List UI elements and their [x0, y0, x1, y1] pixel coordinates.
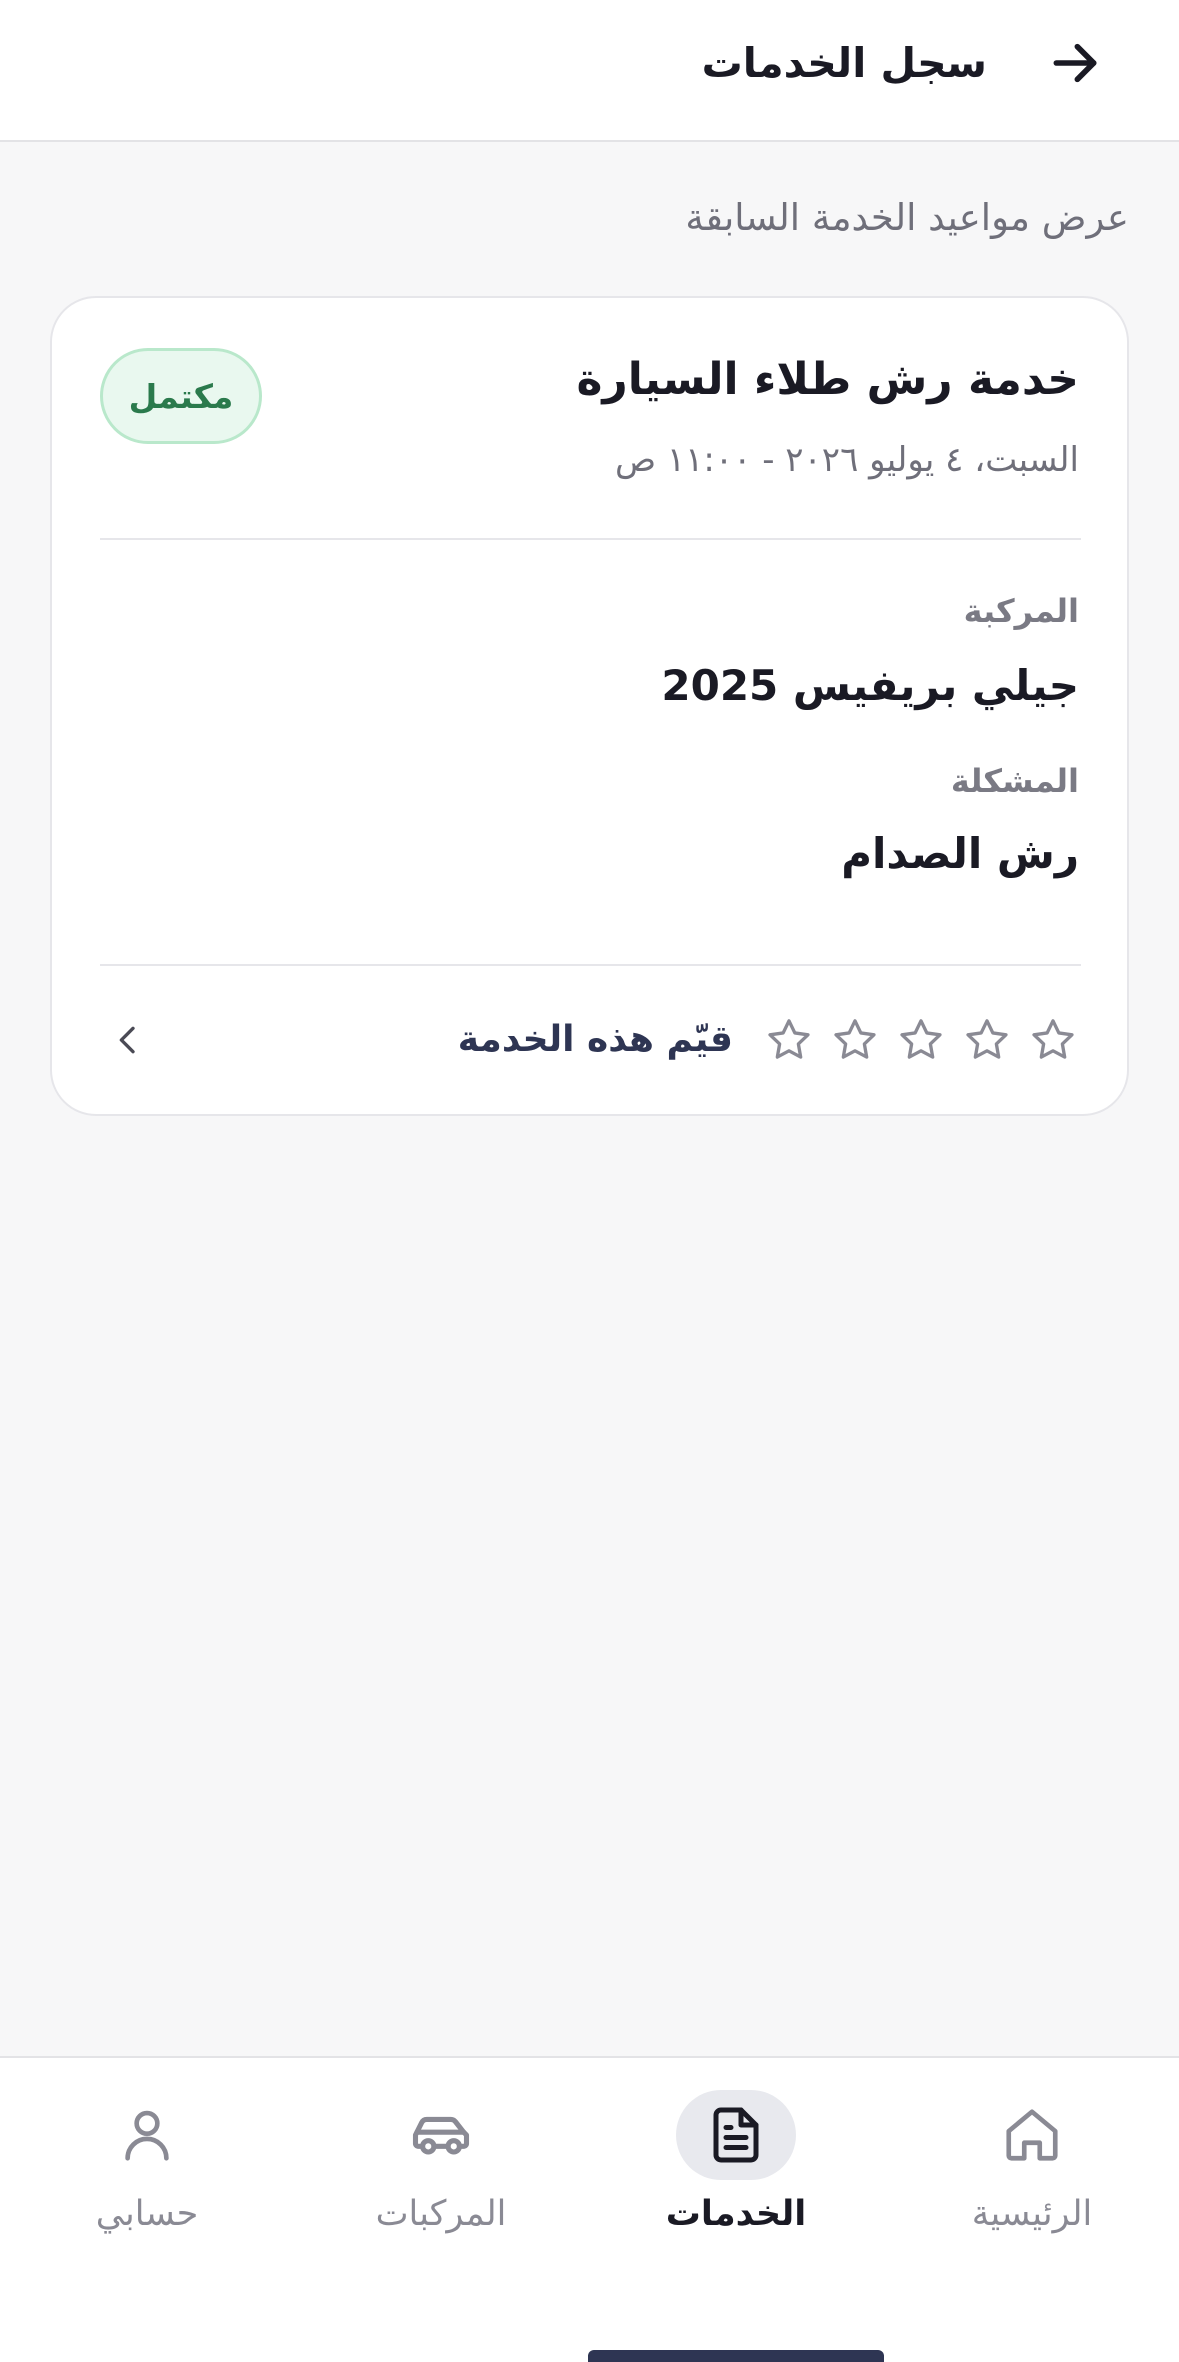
- nav-label-services: الخدمات: [665, 2194, 807, 2234]
- star-rating[interactable]: [763, 988, 1079, 1092]
- nav-item-account[interactable]: حسابي: [47, 2090, 247, 2260]
- issue-value: رش الصدام: [841, 829, 1079, 878]
- service-card[interactable]: خدمة رش طلاء السيارة السبت، ٤ يوليو ٢٠٢٦…: [50, 296, 1129, 1116]
- app-header: سجل الخدمات: [0, 0, 1179, 142]
- bottom-navigation: الرئيسية الخدمات المركبات حسابي: [0, 2056, 1179, 2362]
- vehicle-value: جيلي بريفيس 2025: [661, 661, 1079, 710]
- nav-item-services[interactable]: الخدمات: [636, 2090, 836, 2260]
- star-icon[interactable]: [1027, 1014, 1079, 1066]
- nav-label-home: الرئيسية: [971, 2194, 1093, 2234]
- car-icon: [381, 2090, 501, 2180]
- rating-row: قيّم هذه الخدمة: [98, 988, 1079, 1092]
- nav-label-account: حسابي: [95, 2194, 199, 2234]
- star-icon[interactable]: [895, 1014, 947, 1066]
- star-icon[interactable]: [763, 1014, 815, 1066]
- back-button[interactable]: [1035, 30, 1115, 96]
- card-divider: [100, 538, 1081, 540]
- home-icon: [972, 2090, 1092, 2180]
- nav-item-vehicles[interactable]: المركبات: [341, 2090, 541, 2260]
- chevron-left-icon[interactable]: [98, 1010, 158, 1070]
- page-title: سجل الخدمات: [701, 39, 987, 87]
- service-history-screen: سجل الخدمات عرض مواعيد الخدمة السابقة خد…: [0, 0, 1179, 2362]
- document-icon: [676, 2090, 796, 2180]
- service-date: السبت، ٤ يوليو ٢٠٢٦ - ١١:٠٠ ص: [614, 440, 1079, 480]
- star-icon[interactable]: [829, 1014, 881, 1066]
- home-indicator: [588, 2350, 884, 2362]
- vehicle-label: المركبة: [963, 592, 1079, 630]
- status-badge: مكتمل: [100, 348, 262, 444]
- nav-label-vehicles: المركبات: [375, 2194, 507, 2234]
- star-icon[interactable]: [961, 1014, 1013, 1066]
- service-title: خدمة رش طلاء السيارة: [576, 354, 1079, 405]
- issue-label: المشكلة: [950, 762, 1079, 800]
- arrow-right-icon: [1053, 43, 1097, 83]
- page-subtitle: عرض مواعيد الخدمة السابقة: [685, 196, 1129, 239]
- nav-item-home[interactable]: الرئيسية: [932, 2090, 1132, 2260]
- user-icon: [87, 2090, 207, 2180]
- rate-service-label[interactable]: قيّم هذه الخدمة: [458, 988, 733, 1092]
- card-divider: [100, 964, 1081, 966]
